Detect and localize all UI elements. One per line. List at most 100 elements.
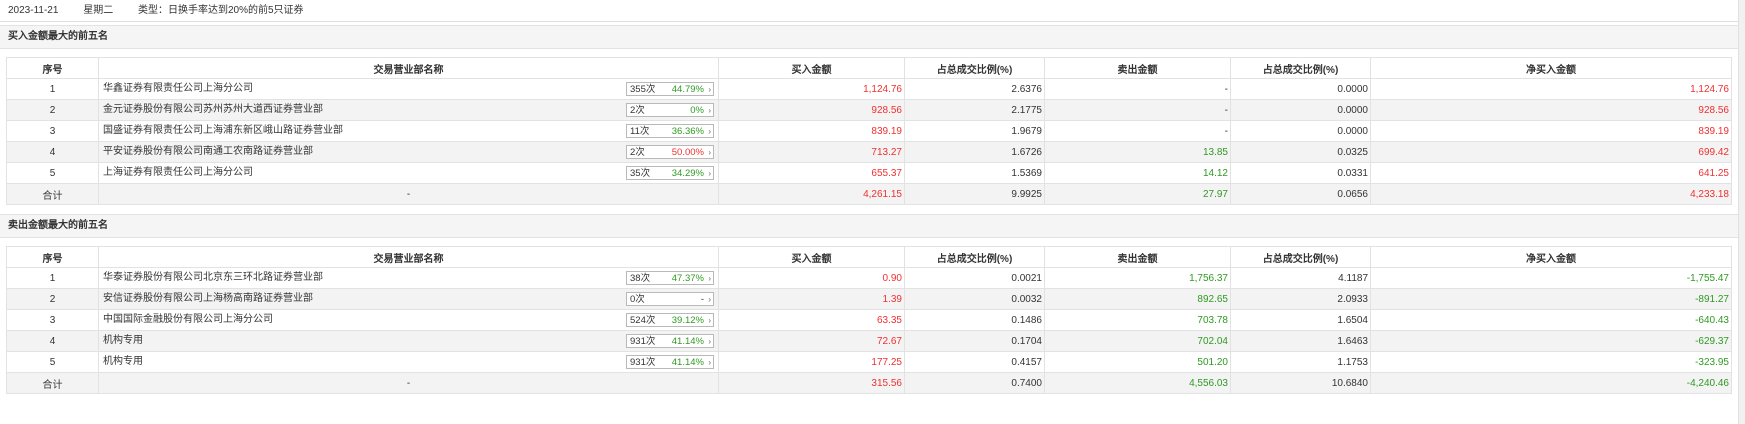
dept-stat-button[interactable]: 2次 50.00% ›: [626, 145, 714, 159]
dept-stat-button[interactable]: 931次 41.14% ›: [626, 355, 714, 369]
col-header-net: 净买入金额: [1370, 246, 1732, 268]
chevron-right-icon: ›: [708, 106, 711, 115]
sell-section-title: 卖出金额最大的前五名: [0, 214, 1745, 238]
col-header-dept: 交易营业部名称: [98, 246, 719, 268]
sell-ratio: 0.0000: [1230, 99, 1371, 121]
row-no: 3: [6, 120, 99, 142]
chevron-right-icon: ›: [708, 295, 711, 304]
dept-name-link[interactable]: 金元证券股份有限公司苏州苏州大道西证券营业部: [103, 101, 323, 120]
dept-name-link[interactable]: 中国国际金融股份有限公司上海分公司: [103, 311, 273, 330]
dept-stat-button[interactable]: 355次 44.79% ›: [626, 82, 714, 96]
total-buy-ratio: 0.7400: [904, 372, 1045, 394]
buy-ratio: 2.1775: [904, 99, 1045, 121]
dept-cell: 金元证券股份有限公司苏州苏州大道西证券营业部 2次 0% ›: [98, 99, 719, 121]
dept-stat-button[interactable]: 38次 47.37% ›: [626, 271, 714, 285]
listing-count: 931次: [630, 336, 656, 347]
table-row: 5 上海证券有限责任公司上海分公司 35次 34.29% › 655.37 1.5369 14…: [6, 162, 1732, 184]
sell-ratio: 0.0331: [1230, 162, 1371, 184]
dept-cell: 中国国际金融股份有限公司上海分公司 524次 39.12% ›: [98, 309, 719, 331]
sell-amount: -: [1044, 99, 1231, 121]
dept-name-link[interactable]: 华泰证券股份有限公司北京东三环北路证券营业部: [103, 269, 323, 288]
listing-count: 0次: [630, 294, 645, 305]
sell-amount: 1,756.37: [1044, 267, 1231, 289]
chevron-right-icon: ›: [708, 358, 711, 367]
net-buy-amount: 839.19: [1370, 120, 1732, 142]
buy-amount: 0.90: [718, 267, 905, 289]
total-row: 合计 -315.56 0.7400 4,556.03 10.6840 -4,240.46: [6, 372, 1732, 394]
buy-amount: 1,124.76: [718, 78, 905, 100]
dept-stat-button[interactable]: 11次 36.36% ›: [626, 124, 714, 138]
dept-cell: 华泰证券股份有限公司北京东三环北路证券营业部 38次 47.37% ›: [98, 267, 719, 289]
total-buy-ratio: 9.9925: [904, 183, 1045, 205]
dept-cell: 机构专用 931次 41.14% ›: [98, 351, 719, 373]
win-rate: 50.00%: [671, 147, 704, 158]
table-row: 2 安信证券股份有限公司上海杨高南路证券营业部 0次 - › 1.39 0.0032 892.…: [6, 288, 1732, 310]
row-no: 4: [6, 330, 99, 352]
buy-amount: 1.39: [718, 288, 905, 310]
total-dept: -: [98, 183, 719, 205]
sell-amount: 892.65: [1044, 288, 1231, 310]
dept-cell: 上海证券有限责任公司上海分公司 35次 34.29% ›: [98, 162, 719, 184]
total-sell-amount: 27.97: [1044, 183, 1231, 205]
sell-amount: -: [1044, 78, 1231, 100]
vertical-scrollbar[interactable]: [1738, 0, 1745, 424]
total-sell-amount: 4,556.03: [1044, 372, 1231, 394]
sell-amount: 702.04: [1044, 330, 1231, 352]
net-buy-amount: -1,755.47: [1370, 267, 1732, 289]
col-header-buy-pct: 占总成交比例(%): [904, 57, 1045, 79]
dept-stat-button[interactable]: 524次 39.12% ›: [626, 313, 714, 327]
buy-amount: 72.67: [718, 330, 905, 352]
win-rate: 34.29%: [671, 168, 704, 179]
dept-name-link[interactable]: 机构专用: [103, 332, 143, 351]
listing-count: 2次: [630, 147, 645, 158]
dept-stat-button[interactable]: 0次 - ›: [626, 292, 714, 306]
dept-name-link[interactable]: 上海证券有限责任公司上海分公司: [103, 164, 253, 183]
dept-name-link[interactable]: 安信证券股份有限公司上海杨高南路证券营业部: [103, 290, 313, 309]
sell-top5-table: 序号 交易营业部名称 买入金额 占总成交比例(%) 卖出金额 占总成交比例(%)…: [6, 246, 1732, 394]
sell-ratio: 1.1753: [1230, 351, 1371, 373]
net-buy-amount: -891.27: [1370, 288, 1732, 310]
net-buy-amount: -640.43: [1370, 309, 1732, 331]
col-header-no: 序号: [6, 57, 99, 79]
dept-cell: 华鑫证券有限责任公司上海分公司 355次 44.79% ›: [98, 78, 719, 100]
net-buy-amount: 928.56: [1370, 99, 1732, 121]
col-header-sell-pct: 占总成交比例(%): [1230, 246, 1371, 268]
col-header-sell-pct: 占总成交比例(%): [1230, 57, 1371, 79]
listing-count: 2次: [630, 105, 645, 116]
sell-ratio: 0.0000: [1230, 120, 1371, 142]
net-buy-amount: -323.95: [1370, 351, 1732, 373]
dept-stat-button[interactable]: 35次 34.29% ›: [626, 166, 714, 180]
table-row: 4 平安证券股份有限公司南通工农南路证券营业部 2次 50.00% › 713.27 1.6…: [6, 141, 1732, 163]
win-rate: 0%: [690, 105, 704, 116]
dept-name-link[interactable]: 华鑫证券有限责任公司上海分公司: [103, 80, 253, 99]
dept-name-link[interactable]: 国盛证券有限责任公司上海浦东新区峨山路证券营业部: [103, 122, 343, 141]
dept-stat-button[interactable]: 2次 0% ›: [626, 103, 714, 117]
dept-name-link[interactable]: 平安证券股份有限公司南通工农南路证券营业部: [103, 143, 313, 162]
buy-ratio: 1.5369: [904, 162, 1045, 184]
win-rate: 44.79%: [671, 84, 704, 95]
total-sell-ratio: 10.6840: [1230, 372, 1371, 394]
buy-ratio: 0.1704: [904, 330, 1045, 352]
row-no: 2: [6, 99, 99, 121]
col-header-sell: 卖出金额: [1044, 246, 1231, 268]
total-dept: -: [98, 372, 719, 394]
table-row: 5 机构专用 931次 41.14% › 177.25 0.4157 501.20 1.1753…: [6, 351, 1732, 373]
table-header-row: 序号 交易营业部名称 买入金额 占总成交比例(%) 卖出金额 占总成交比例(%)…: [6, 246, 1732, 268]
chevron-right-icon: ›: [708, 148, 711, 157]
total-net-buy-amount: -4,240.46: [1370, 372, 1732, 394]
dept-name-link[interactable]: 机构专用: [103, 353, 143, 372]
list-type: 类型：日换手率达到20%的前5只证券: [137, 5, 304, 16]
col-header-dept: 交易营业部名称: [98, 57, 719, 79]
net-buy-amount: 699.42: [1370, 141, 1732, 163]
net-buy-amount: 1,124.76: [1370, 78, 1732, 100]
row-no: 2: [6, 288, 99, 310]
dept-cell: 机构专用 931次 41.14% ›: [98, 330, 719, 352]
sell-amount: -: [1044, 120, 1231, 142]
listing-count: 11次: [630, 126, 650, 137]
chevron-right-icon: ›: [708, 316, 711, 325]
dept-stat-button[interactable]: 931次 41.14% ›: [626, 334, 714, 348]
table-row: 4 机构专用 931次 41.14% › 72.67 0.1704 702.04 1.6463-…: [6, 330, 1732, 352]
sell-amount: 501.20: [1044, 351, 1231, 373]
col-header-buy-pct: 占总成交比例(%): [904, 246, 1045, 268]
col-header-sell: 卖出金额: [1044, 57, 1231, 79]
